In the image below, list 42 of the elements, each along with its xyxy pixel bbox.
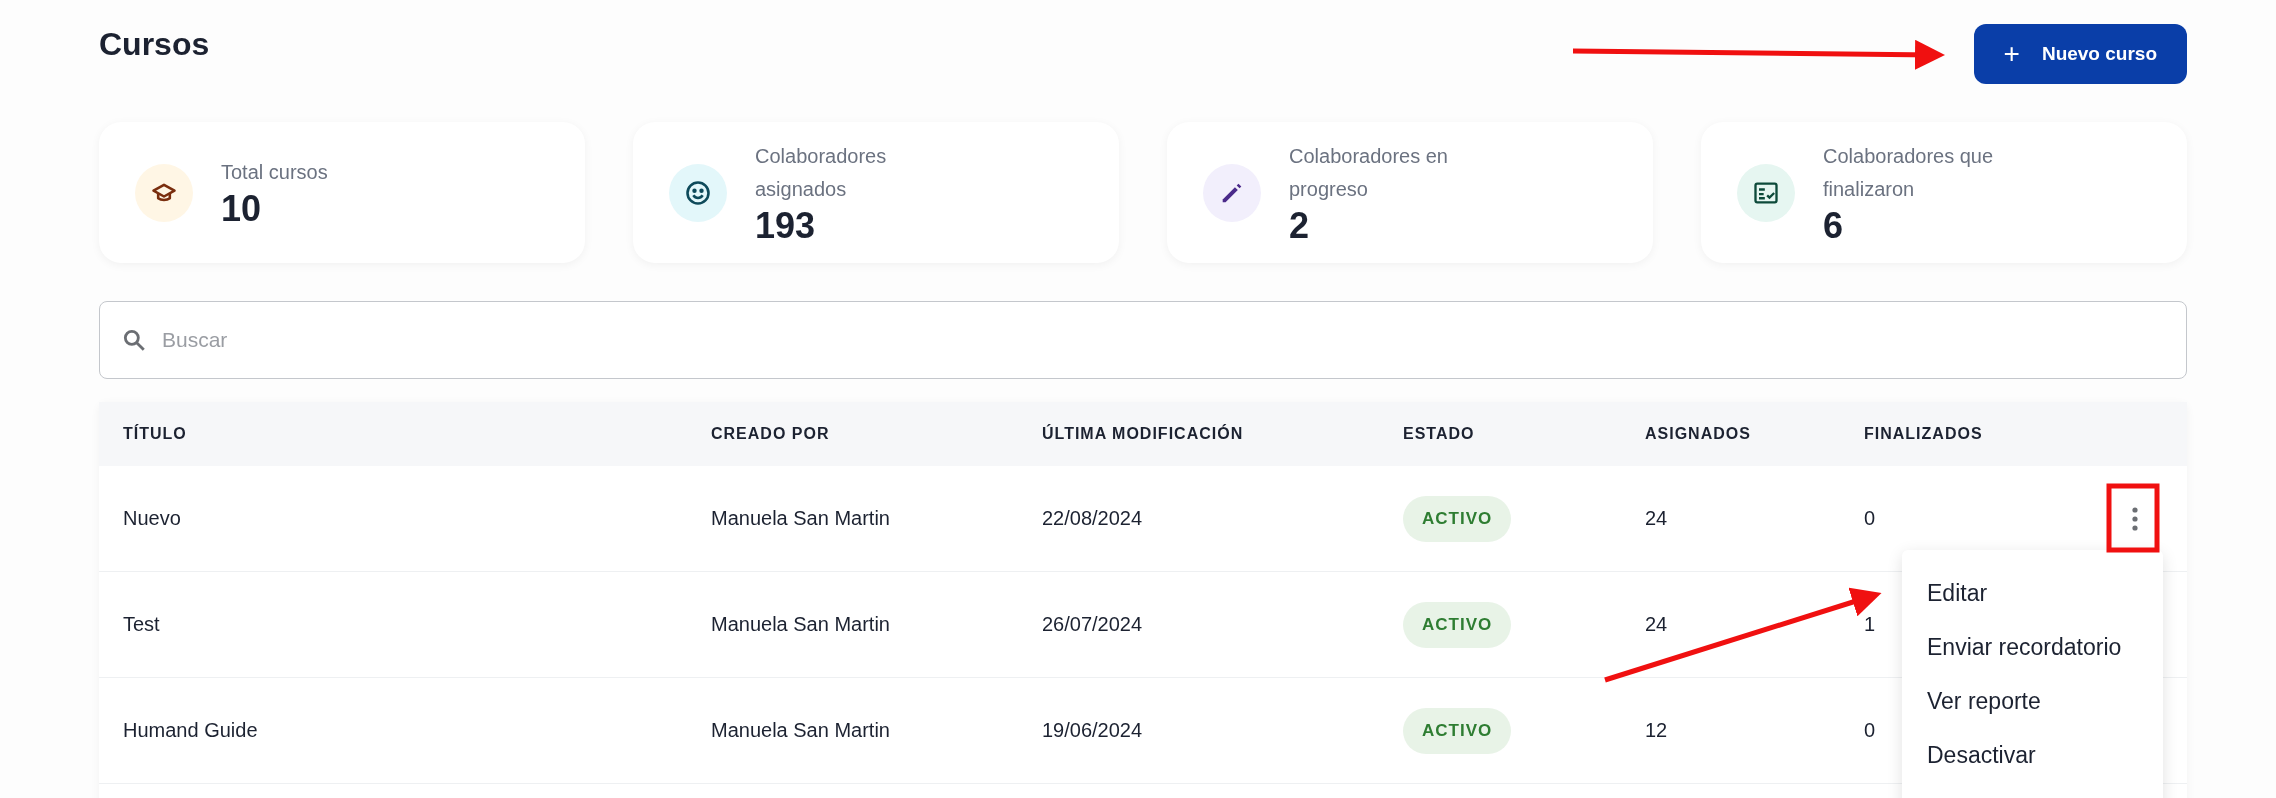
table-cell-text: Manuela San Martin: [711, 719, 891, 742]
stat-label: Colaboradores que finalizaron: [1823, 143, 1995, 202]
menu-item[interactable]: Editar: [1902, 566, 2163, 620]
menu-item[interactable]: Ver reporte: [1902, 674, 2163, 728]
table-cell-text: 24: [1645, 613, 1669, 636]
status-badge: ACTIVO: [1403, 601, 1512, 648]
status-badge: ACTIVO: [1403, 707, 1512, 754]
table-cell-text: 1: [1864, 613, 1877, 636]
table-cell-text: 24: [1645, 507, 1669, 530]
column-header: CREADO POR: [711, 424, 831, 443]
stat-label: Colaboradores en progreso: [1289, 143, 1449, 202]
stat-value: 193: [755, 205, 817, 246]
table-cell-text: Test: [123, 613, 161, 636]
column-header: ESTADO: [1403, 424, 1476, 443]
column-header: FINALIZADOS: [1864, 424, 1984, 443]
stat-value: 10: [221, 189, 263, 229]
table-cell-text: 26/07/2024: [1042, 613, 1144, 636]
table-cell-text: Humand Guide: [123, 719, 259, 742]
menu-item[interactable]: Desactivar: [1902, 728, 2163, 782]
table-cell-text: 22/08/2024: [1042, 507, 1144, 530]
table-cell-text: Manuela San Martin: [711, 507, 891, 530]
table-cell-text: 19/06/2024: [1042, 719, 1144, 742]
column-header: TÍTULO: [123, 424, 188, 443]
new-course-button[interactable]: + Nuevo curso: [1973, 24, 2187, 84]
search-icon: [121, 327, 147, 353]
stat-value: 2: [1289, 205, 1311, 246]
stat-label: Colaboradores asignados: [755, 143, 888, 202]
page-title: Cursos: [99, 25, 210, 63]
table-cell-text: 0: [1864, 719, 1877, 742]
stat-label: Total cursos: [221, 160, 328, 185]
table-cell-text: 12: [1645, 719, 1669, 742]
status-badge: ACTIVO: [1403, 495, 1512, 542]
search-field[interactable]: Buscar: [99, 301, 2187, 379]
menu-item[interactable]: Enviar recordatorio: [1902, 620, 2163, 674]
annotation-box: [2106, 483, 2160, 553]
column-header: ÚLTIMA MODIFICACIÓN: [1042, 424, 1245, 443]
stat-value: 6: [1823, 205, 1845, 246]
table-cell-text: Manuela San Martin: [711, 613, 891, 636]
vertical-dots-icon: [2132, 506, 2138, 531]
table-cell-text: 0: [1864, 507, 1877, 530]
column-header: ASIGNADOS: [1645, 424, 1752, 443]
table-cell-text: Nuevo: [123, 507, 182, 530]
